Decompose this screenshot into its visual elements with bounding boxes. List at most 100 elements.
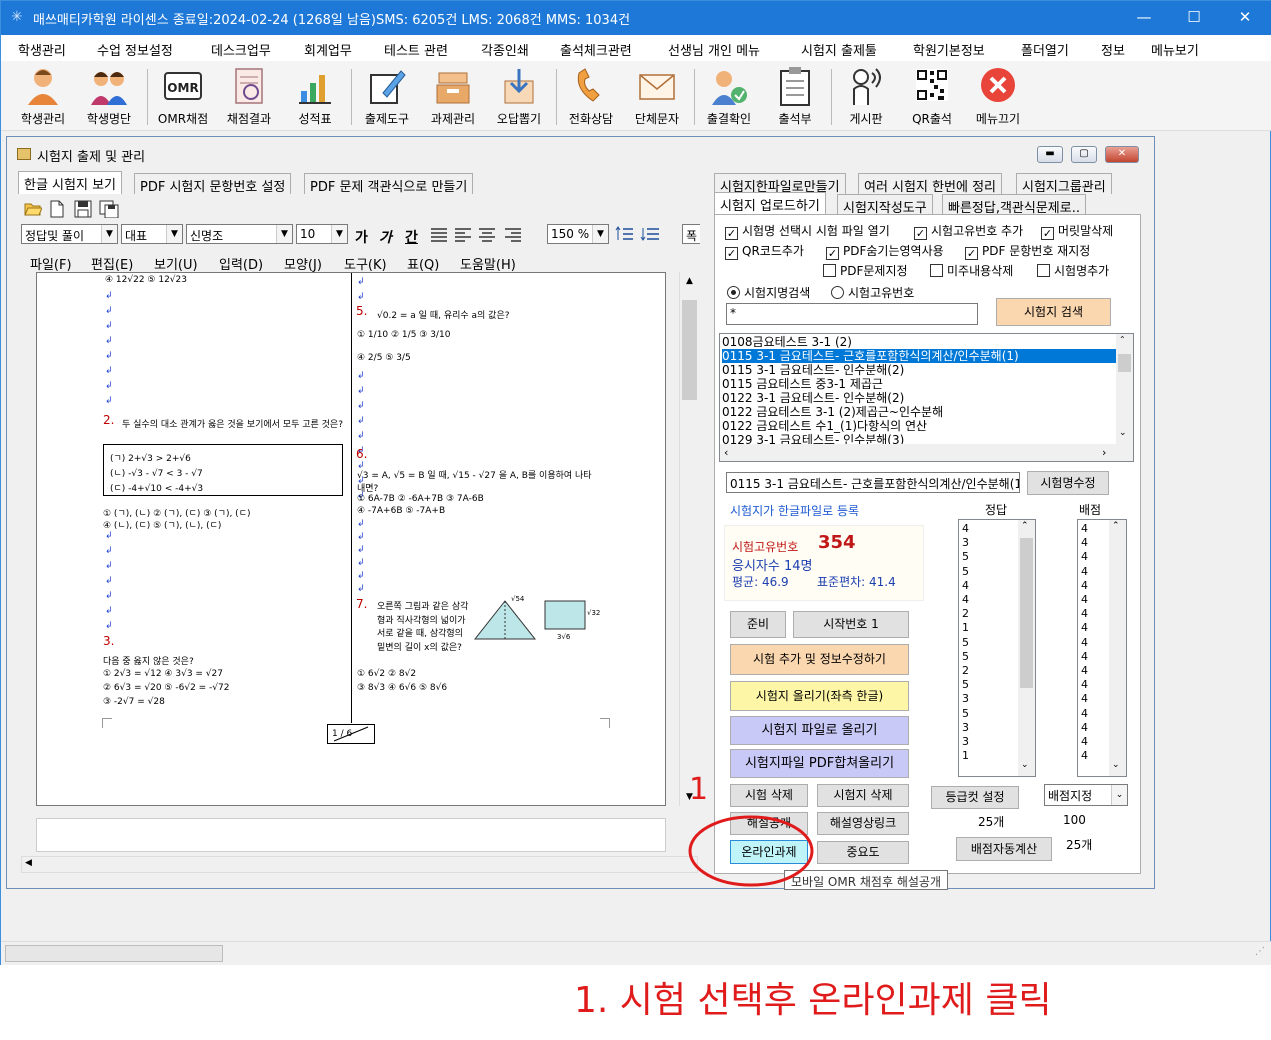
hwp-document-page[interactable]: ④ 12√22 ⑤ 12√23 ↲ ↲ ↲ ↲ ↲ ↲ ↲ ↲ 2. 두 실수의 대소 관계가…	[36, 272, 666, 806]
list-value[interactable]: 4	[962, 522, 969, 536]
font-size-select[interactable]: 10 ▼	[296, 224, 348, 244]
list-value[interactable]: 5	[962, 678, 969, 692]
list-value[interactable]: 1	[962, 749, 969, 763]
upload-hwp-button[interactable]: 시험지 올리기(좌측 한글)	[730, 681, 909, 711]
tab-pdf-objective[interactable]: PDF 문제 객관식으로 만들기	[304, 173, 474, 195]
exam-list-vertical-scrollbar[interactable]: ⌃ ⌄	[1116, 334, 1133, 444]
scroll-right-icon[interactable]: ›	[1102, 446, 1106, 459]
list-value[interactable]: 3	[962, 735, 969, 749]
checkbox-pdf-renumber[interactable]: ✓ PDF 문항번호 재지정	[965, 242, 1090, 260]
list-item[interactable]: 0115 3-1 금요테스트- 인수분해(2)	[722, 363, 1117, 377]
bold-button[interactable]: 가	[355, 227, 368, 247]
zoom-select[interactable]: 150 % ▼	[547, 224, 609, 244]
toolbar-wrong-answer-button[interactable]: 오답뽑기	[486, 65, 552, 129]
checkbox-add-qr[interactable]: ✓ QR코드추가	[725, 242, 804, 260]
scroll-down-icon[interactable]: ⌄	[1112, 760, 1120, 770]
hwp-menu-file[interactable]: 파일(F)	[30, 254, 72, 273]
search-input[interactable]: *	[726, 303, 978, 325]
list-value[interactable]: 4	[1081, 636, 1088, 650]
tab-authoring-tool[interactable]: 시험지작성도구	[837, 194, 933, 216]
list-value[interactable]: 4	[962, 579, 969, 593]
checkbox-open-file[interactable]: ✓ 시험명 선택시 시험 파일 열기	[725, 222, 890, 240]
menu-print[interactable]: 각종인쇄	[481, 40, 529, 59]
hangul-registered-link[interactable]: 시험지가 한글파일로 등록	[730, 502, 859, 519]
checkbox-remove-header[interactable]: ✓ 머릿말삭제	[1041, 222, 1113, 240]
answer-list-scrollbar[interactable]: ⌃ ⌄	[1018, 520, 1035, 776]
radio-search-by-name[interactable]: 시험지명검색	[727, 284, 810, 301]
menu-student[interactable]: 학생관리	[18, 40, 66, 59]
child-close-button[interactable]: ✕	[1105, 146, 1139, 163]
new-document-icon[interactable]	[49, 200, 65, 218]
checkbox-pdf-hide-area[interactable]: ✓ PDF숨기는영역사용	[826, 242, 944, 260]
menu-view[interactable]: 메뉴보기	[1151, 40, 1199, 59]
child-minimize-button[interactable]: ▬	[1037, 146, 1063, 163]
tab-bulk-organize[interactable]: 여러 시험지 한번에 정리	[858, 173, 1002, 195]
open-folder-icon[interactable]	[24, 201, 42, 217]
toolbar-qr-button[interactable]: QR출석	[899, 65, 965, 129]
scroll-up-icon[interactable]: ⌃	[1021, 521, 1029, 531]
list-value[interactable]: 4	[1081, 678, 1088, 692]
list-item-selected[interactable]: 0115 3-1 금요테스트- 근호를포함한식의계산/인수분해(1)	[722, 349, 1117, 363]
menu-academy-info[interactable]: 학원기본정보	[913, 40, 985, 59]
radio-search-by-id[interactable]: 시험고유번호	[831, 284, 914, 301]
document-vertical-scrollbar[interactable]: ▲ ▼	[679, 272, 698, 806]
menu-info[interactable]: 정보	[1101, 40, 1125, 59]
list-value[interactable]: 4	[1081, 721, 1088, 735]
list-value[interactable]: 5	[962, 550, 969, 564]
toolbar-sms-button[interactable]: 단체문자	[624, 65, 690, 129]
tab-single-file[interactable]: 시험지한파일로만들기	[714, 173, 846, 195]
hwp-menu-format[interactable]: 모양(J)	[284, 254, 322, 273]
list-value[interactable]: 4	[1081, 565, 1088, 579]
list-value[interactable]: 4	[1081, 579, 1088, 593]
list-value[interactable]: 4	[1081, 735, 1088, 749]
toolbar-student-button[interactable]: 학생관리	[10, 65, 76, 129]
start-number-button[interactable]: 시작번호 1	[793, 611, 909, 638]
solution-video-link-button[interactable]: 해설영상링크	[817, 812, 909, 835]
child-maximize-button[interactable]: ▢	[1071, 146, 1097, 163]
line-spacing-icons[interactable]	[615, 225, 665, 243]
upload-pdf-button[interactable]: 시험지파일 PDF합쳐올리기	[730, 749, 909, 778]
menu-class-info[interactable]: 수업 정보설정	[97, 40, 173, 59]
score-list-scrollbar[interactable]: ⌃ ⌄	[1109, 520, 1126, 776]
toolbar-phone-button[interactable]: 전화상담	[558, 65, 624, 129]
toolbar-grading-result-button[interactable]: 채점결과	[216, 65, 282, 129]
menu-accounting[interactable]: 회계업무	[304, 40, 352, 59]
scroll-down-icon[interactable]: ⌄	[1119, 428, 1127, 438]
toolbar-attendance-check-button[interactable]: 출결확인	[696, 65, 762, 129]
tab-upload-exam[interactable]: 시험지 업로드하기	[714, 192, 826, 215]
menu-exam-tool[interactable]: 시험지 출제툴	[801, 40, 877, 59]
list-value[interactable]: 1	[962, 621, 969, 635]
tab-hangul-view[interactable]: 한글 시험지 보기	[18, 171, 122, 194]
toolbar-exam-tool-button[interactable]: 출제도구	[354, 65, 420, 129]
list-item[interactable]: 0115 금요테스트 중3-1 제곱근	[722, 377, 1117, 391]
hwp-menu-edit[interactable]: 편집(E)	[91, 254, 133, 273]
list-value[interactable]: 4	[1081, 550, 1088, 564]
maximize-button[interactable]: ☐	[1169, 1, 1219, 35]
importance-button[interactable]: 중요도	[817, 841, 909, 864]
list-value[interactable]: 3	[962, 721, 969, 735]
list-value[interactable]: 5	[962, 650, 969, 664]
toolbar-omr-button[interactable]: OMR OMR채점	[150, 65, 216, 129]
list-value[interactable]: 4	[1081, 607, 1088, 621]
list-value[interactable]: 4	[1081, 749, 1088, 763]
list-value[interactable]: 5	[962, 636, 969, 650]
list-item[interactable]: 0122 금요테스트 3-1 (2)제곱근~인수분해	[722, 405, 1117, 419]
minimize-button[interactable]: —	[1119, 1, 1169, 35]
style-select[interactable]: 정답및 풀이 ▼	[21, 224, 118, 244]
menu-folder[interactable]: 폴더열기	[1021, 40, 1069, 59]
tab-pdf-number[interactable]: PDF 시험지 문항번호 설정	[134, 173, 292, 195]
checkbox-remove-endnote[interactable]: 미주내용삭제	[930, 262, 1013, 279]
scroll-up-icon[interactable]: ▲	[680, 272, 699, 290]
scroll-up-icon[interactable]: ⌃	[1112, 521, 1120, 531]
save-icon[interactable]	[74, 200, 92, 218]
scroll-thumb[interactable]	[1118, 354, 1131, 372]
scroll-thumb[interactable]	[682, 300, 697, 400]
list-value[interactable]: 4	[1081, 692, 1088, 706]
exam-search-button[interactable]: 시험지 검색	[996, 298, 1111, 326]
list-value[interactable]: 4	[1081, 522, 1088, 536]
score-list[interactable]: ⌃ ⌄ 44444444444444444	[1077, 519, 1127, 777]
list-value[interactable]: 5	[962, 707, 969, 721]
document-horizontal-scrollbar[interactable]: ◀	[21, 856, 698, 873]
scroll-left-icon[interactable]: ‹	[724, 446, 728, 459]
toolbar-roster-button[interactable]: 학생명단	[76, 65, 142, 129]
